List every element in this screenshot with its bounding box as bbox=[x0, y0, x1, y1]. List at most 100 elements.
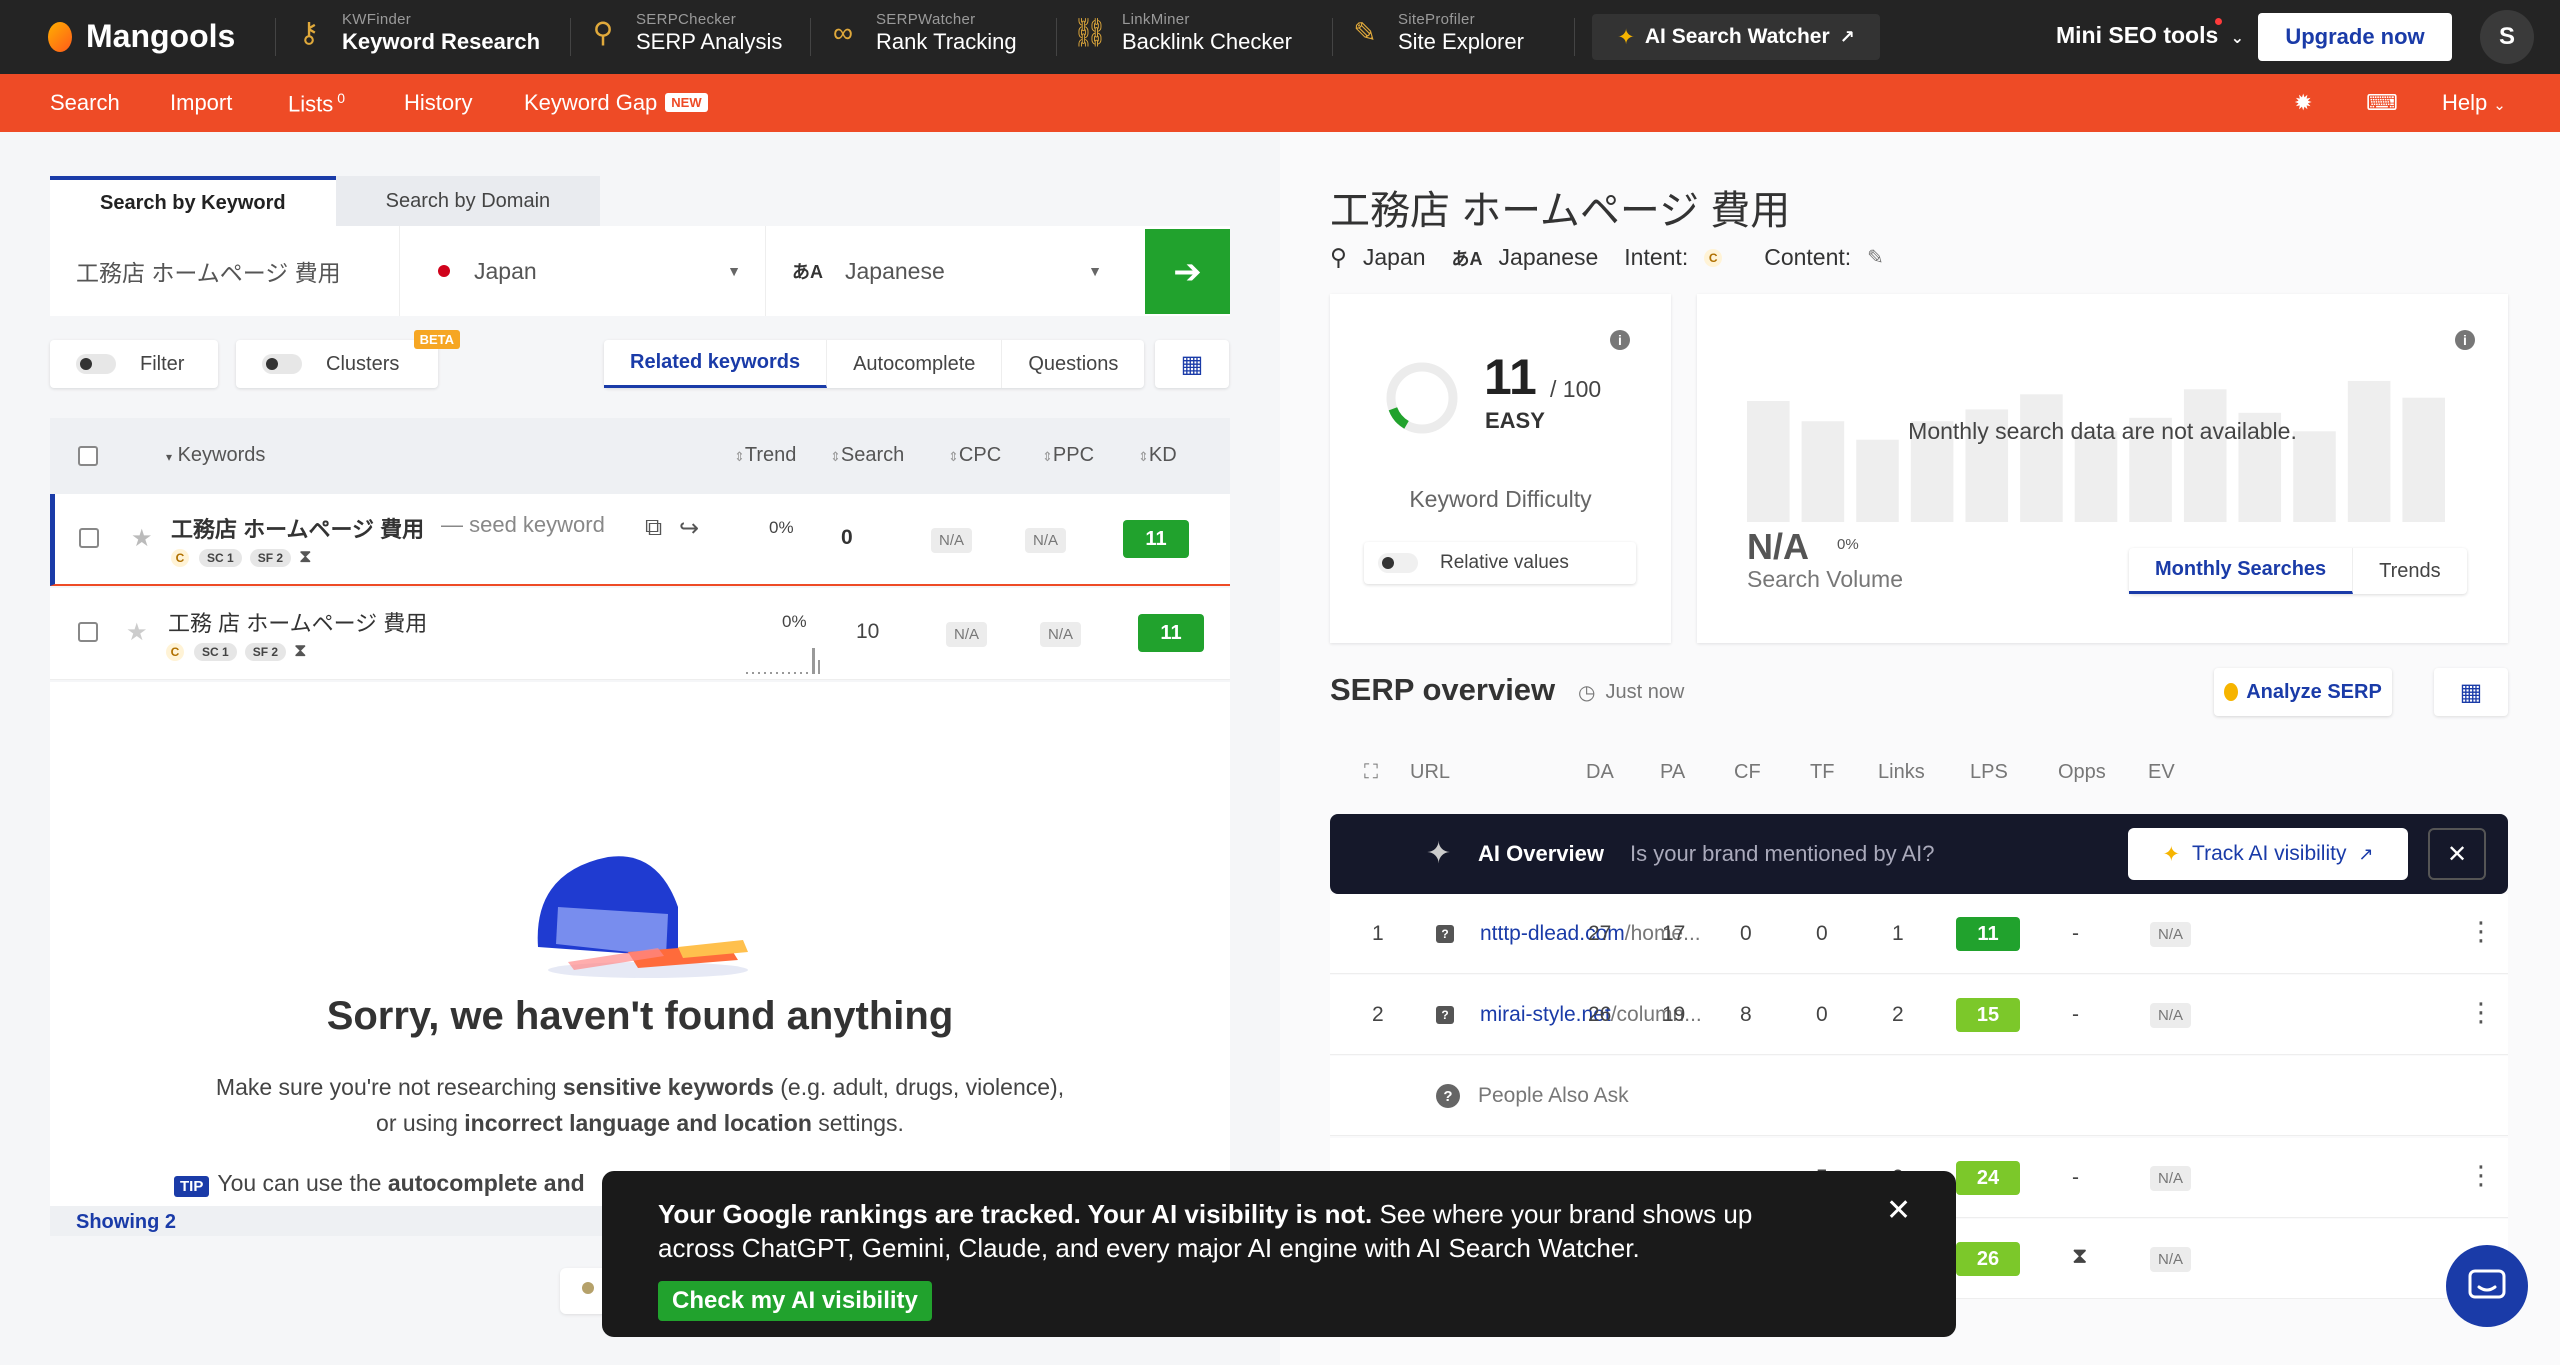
tool-serpwatcher[interactable]: ∞ SERPWatcher Rank Tracking bbox=[826, 12, 1017, 53]
tool-serpchecker[interactable]: ⚲ SERPChecker SERP Analysis bbox=[586, 11, 783, 53]
bug-icon[interactable]: ✹ bbox=[2294, 90, 2312, 116]
pencil-icon[interactable]: ✎ bbox=[1867, 245, 1884, 270]
tab-trends[interactable]: Trends bbox=[2353, 548, 2467, 594]
tool-linkminer[interactable]: ⛓ LinkMiner Backlink Checker bbox=[1072, 12, 1292, 53]
filter-toggle[interactable]: Filter bbox=[50, 340, 218, 388]
star-icon[interactable]: ★ bbox=[131, 524, 153, 553]
info-icon[interactable]: i bbox=[1610, 330, 1630, 350]
nav-keyword-gap[interactable]: Keyword Gap NEW bbox=[524, 90, 708, 116]
toast-message-bold: Your Google rankings are tracked. Your A… bbox=[658, 1199, 1373, 1229]
analyze-serp-button[interactable]: Analyze SERP bbox=[2214, 668, 2392, 716]
chat-launcher-button[interactable] bbox=[2446, 1245, 2528, 1327]
close-ai-overview-button[interactable]: ✕ bbox=[2428, 828, 2486, 880]
links-header[interactable]: Links bbox=[1878, 761, 1925, 784]
serp-opps: - bbox=[2072, 922, 2079, 945]
mangools-logo-icon bbox=[48, 21, 72, 52]
nav-lists[interactable]: Lists 0 bbox=[288, 90, 345, 117]
tab-autocomplete[interactable]: Autocomplete bbox=[827, 340, 1003, 388]
more-vertical-icon[interactable]: ⋮ bbox=[2468, 999, 2494, 1025]
sf-tag: SF 2 bbox=[244, 643, 287, 661]
user-avatar[interactable]: S bbox=[2480, 10, 2534, 64]
tool-sub: SERPChecker bbox=[636, 11, 737, 28]
copy-icon[interactable]: ⧉ bbox=[645, 514, 662, 542]
sort-icon: ▾ bbox=[166, 450, 173, 464]
table-row[interactable]: ★ 工務 店 ホームページ 費用 C SC 1 SF 2 ⧗ 0% 10 N/A N/… bbox=[50, 588, 1230, 680]
expand-icon[interactable]: ⛶ bbox=[1364, 761, 1378, 784]
serp-columns-button[interactable]: ▦ bbox=[2434, 668, 2508, 716]
row-checkbox[interactable] bbox=[79, 528, 99, 548]
search-submit-button[interactable]: ➔ bbox=[1145, 229, 1230, 314]
analyze-serp-label: Analyze SERP bbox=[2246, 680, 2382, 703]
trend-column-header[interactable]: ⇕Trend bbox=[734, 444, 796, 467]
star-icon[interactable]: ★ bbox=[126, 618, 148, 647]
ppc-column-header[interactable]: ⇕PPC bbox=[1042, 444, 1094, 467]
mini-seo-tools-dropdown[interactable]: Mini SEO tools ⌄ bbox=[2056, 18, 2244, 49]
lps-header[interactable]: LPS bbox=[1970, 761, 2008, 784]
location-select[interactable]: Japan ▼ bbox=[400, 226, 766, 316]
ppc-value: N/A bbox=[1025, 528, 1067, 553]
external-link-icon: ↗ bbox=[2358, 843, 2374, 864]
mangools-logo[interactable]: Mangools bbox=[48, 18, 235, 55]
search-column-header[interactable]: ⇕Search bbox=[830, 444, 904, 467]
text: settings. bbox=[811, 1110, 904, 1136]
share-arrow-icon[interactable]: ↪ bbox=[679, 514, 699, 543]
ai-search-watcher-button[interactable]: ✦ AI Search Watcher ↗ bbox=[1592, 14, 1880, 60]
keyboard-icon[interactable]: ⌨ bbox=[2366, 90, 2398, 116]
tool-kwfinder[interactable]: ⚷ KWFinder Keyword Research bbox=[292, 12, 540, 53]
language-select[interactable]: あA Japanese ▼ bbox=[766, 226, 1130, 316]
da-header[interactable]: DA bbox=[1586, 761, 1614, 784]
select-all-checkbox[interactable] bbox=[78, 446, 98, 466]
sort-icon: ⇕ bbox=[1042, 449, 1053, 464]
keyword-text[interactable]: 工務 店 ホームページ 費用 bbox=[168, 606, 427, 638]
pa-header[interactable]: PA bbox=[1660, 761, 1685, 784]
nav-lists-label: Lists bbox=[288, 91, 334, 117]
nav-history[interactable]: History bbox=[404, 90, 472, 116]
hourglass-icon: ⧗ bbox=[299, 546, 312, 566]
app-page: { "topbar": { "logo": "Mangools", "tools… bbox=[0, 0, 2560, 1365]
table-row[interactable]: ★ 工務店 ホームページ 費用 — seed keyword C SC 1 SF 2… bbox=[50, 494, 1230, 586]
logo-text: Mangools bbox=[86, 18, 236, 54]
more-vertical-icon[interactable]: ⋮ bbox=[2468, 1162, 2494, 1188]
tab-monthly-searches[interactable]: Monthly Searches bbox=[2129, 548, 2354, 594]
more-vertical-icon[interactable]: ⋮ bbox=[2468, 918, 2494, 944]
nav-search[interactable]: Search bbox=[50, 90, 120, 116]
serp-row[interactable]: 2 ? mirai-style.net/column... 26 19 8 0 … bbox=[1330, 975, 2508, 1055]
search-volume-change: 0% bbox=[1837, 536, 1859, 553]
relative-values-toggle[interactable]: Relative values bbox=[1364, 542, 1636, 584]
tool-siteprofiler[interactable]: ✎ SiteProfiler Site Explorer bbox=[1348, 12, 1524, 53]
row-checkbox[interactable] bbox=[78, 622, 98, 642]
cf-header[interactable]: CF bbox=[1734, 761, 1761, 784]
ev-header[interactable]: EV bbox=[2148, 761, 2175, 784]
check-ai-visibility-button[interactable]: Check my AI visibility bbox=[658, 1281, 932, 1321]
tab-search-by-keyword[interactable]: Search by Keyword bbox=[50, 176, 336, 226]
serp-row[interactable]: 1 ? ntttp-dlead.com/home... 27 17 0 0 1 … bbox=[1330, 894, 2508, 974]
clock-icon: ◷ bbox=[1578, 682, 1596, 704]
tab-questions[interactable]: Questions bbox=[1002, 340, 1144, 388]
tf-header[interactable]: TF bbox=[1810, 761, 1834, 784]
keyword-input[interactable]: 工務店 ホームページ 費用 bbox=[50, 226, 400, 316]
tab-search-by-domain[interactable]: Search by Domain bbox=[335, 176, 601, 226]
search-tabs: Search by Keyword Search by Domain bbox=[50, 176, 601, 226]
help-menu[interactable]: Help ⌄ bbox=[2442, 90, 2506, 116]
info-icon[interactable]: i bbox=[2455, 330, 2475, 350]
clusters-toggle[interactable]: Clusters BETA bbox=[236, 330, 460, 388]
close-toast-icon[interactable]: ✕ bbox=[1886, 1193, 1911, 1228]
opps-header[interactable]: Opps bbox=[2058, 761, 2106, 784]
text: Make sure you're not researching bbox=[215, 1074, 563, 1100]
hourglass-icon: ⧗ bbox=[294, 640, 307, 660]
divider bbox=[275, 18, 276, 56]
sub-nav: Search Import Lists 0 History Keyword Gap… bbox=[0, 74, 2560, 132]
keyword-text[interactable]: 工務店 ホームページ 費用 bbox=[171, 512, 424, 544]
tab-related-keywords[interactable]: Related keywords bbox=[604, 340, 828, 388]
serp-row-people-also-ask[interactable]: ? People Also Ask bbox=[1330, 1056, 2508, 1136]
serp-lps-badge: 26 bbox=[1956, 1242, 2020, 1276]
upgrade-button[interactable]: Upgrade now bbox=[2258, 13, 2452, 61]
nav-import[interactable]: Import bbox=[170, 90, 232, 116]
cpc-value: N/A bbox=[946, 622, 988, 647]
filter-label: Filter bbox=[140, 352, 185, 375]
columns-button[interactable]: ▦ bbox=[1155, 340, 1229, 388]
keywords-column-header[interactable]: ▾ Keywords bbox=[166, 444, 265, 467]
cpc-column-header[interactable]: ⇕CPC bbox=[948, 444, 1001, 467]
track-ai-visibility-button[interactable]: ✦ Track AI visibility ↗ bbox=[2128, 828, 2408, 880]
kd-column-header[interactable]: ⇕KD bbox=[1138, 444, 1177, 467]
